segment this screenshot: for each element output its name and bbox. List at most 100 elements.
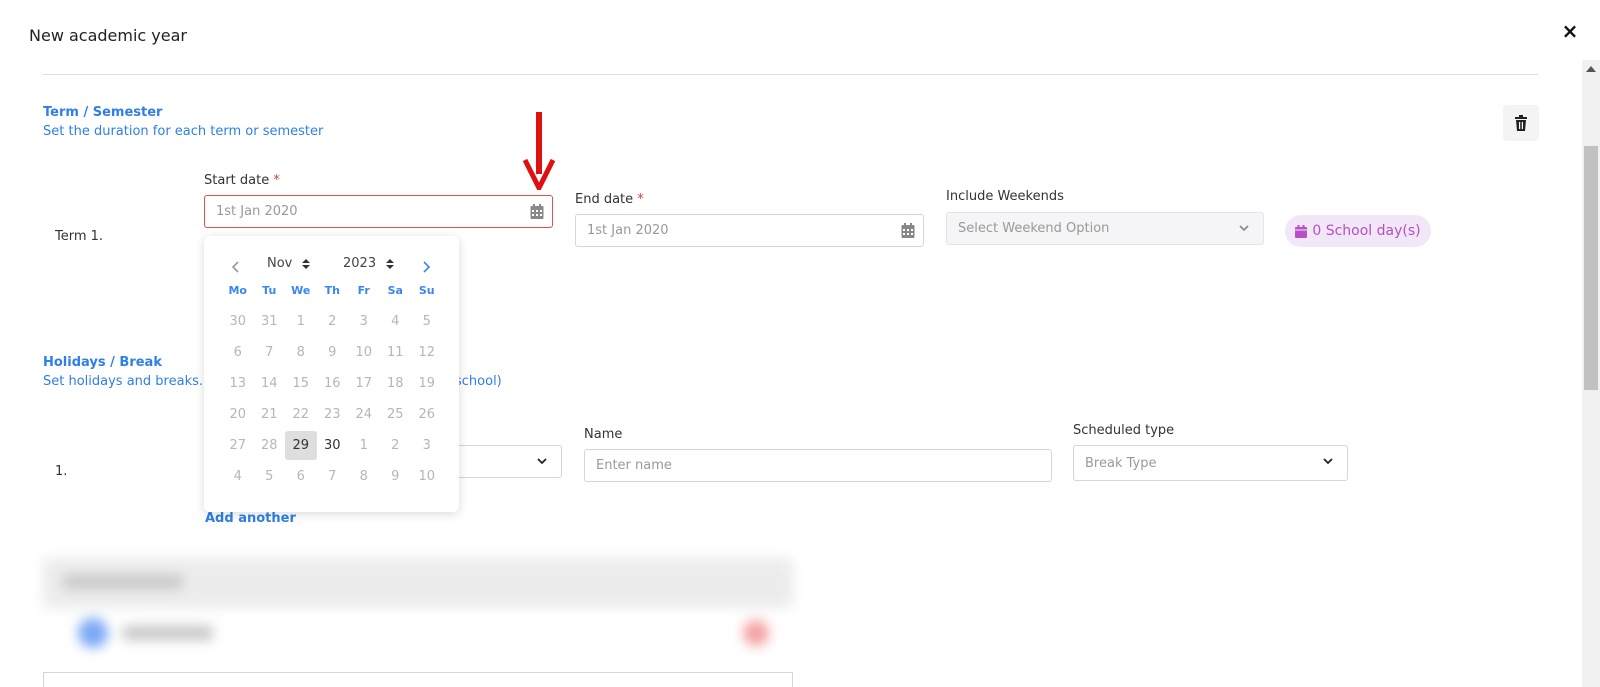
- day-cell[interactable]: 6: [222, 338, 254, 367]
- school-days-badge: 0 School day(s): [1285, 215, 1431, 247]
- day-cell[interactable]: 9: [317, 338, 349, 367]
- day-cell[interactable]: 2: [380, 431, 412, 460]
- weekday-label: Su: [418, 283, 435, 297]
- day-cell[interactable]: 3: [411, 431, 443, 460]
- weekday-label: Fr: [357, 283, 370, 297]
- required-mark: *: [637, 192, 644, 207]
- weekday-label: Mo: [228, 283, 247, 297]
- week-row: 13 14 15 16 17 18 19: [222, 368, 443, 399]
- day-cell[interactable]: 30: [317, 431, 349, 460]
- blurred-panel: [43, 558, 793, 687]
- day-cell[interactable]: 15: [285, 369, 317, 398]
- year-select[interactable]: 2023: [343, 256, 395, 271]
- start-date-value: 1st Jan 2020: [216, 204, 298, 219]
- day-cell[interactable]: 26: [411, 400, 443, 429]
- modal-title: New academic year: [29, 26, 187, 45]
- day-cell[interactable]: 23: [317, 400, 349, 429]
- week-row: 4 5 6 7 8 9 10: [222, 461, 443, 492]
- day-cell[interactable]: 7: [317, 462, 349, 491]
- day-cell[interactable]: 7: [254, 338, 286, 367]
- day-cell[interactable]: 25: [380, 400, 412, 429]
- day-cell[interactable]: 11: [380, 338, 412, 367]
- weekend-option-placeholder: Select Weekend Option: [958, 221, 1110, 236]
- scheduled-type-placeholder: Break Type: [1085, 455, 1157, 471]
- end-date-value: 1st Jan 2020: [587, 223, 669, 238]
- day-cell[interactable]: 22: [285, 400, 317, 429]
- day-cell[interactable]: 6: [285, 462, 317, 491]
- term-row-label: Term 1.: [55, 229, 104, 244]
- scheduled-type-select[interactable]: Break Type: [1073, 445, 1348, 481]
- week-row: 6 7 8 9 10 11 12: [222, 337, 443, 368]
- day-cell[interactable]: 12: [411, 338, 443, 367]
- day-cell[interactable]: 4: [222, 462, 254, 491]
- day-cell[interactable]: 30: [222, 307, 254, 336]
- top-divider: [43, 74, 1538, 75]
- day-cell[interactable]: 17: [348, 369, 380, 398]
- chevron-down-icon: [1323, 458, 1333, 465]
- month-select[interactable]: Nov: [267, 256, 311, 271]
- scrollbar-thumb[interactable]: [1584, 146, 1598, 390]
- day-cell[interactable]: 5: [254, 462, 286, 491]
- weekend-option-select[interactable]: Select Weekend Option: [946, 212, 1264, 245]
- scheduled-type-label: Scheduled type: [1073, 423, 1175, 438]
- holiday-name-placeholder: Enter name: [596, 458, 672, 473]
- chevron-down-icon: [537, 458, 547, 465]
- chevron-down-icon: [1239, 225, 1249, 232]
- week-row: 30 31 1 2 3 4 5: [222, 306, 443, 337]
- day-cell[interactable]: 18: [380, 369, 412, 398]
- day-cell[interactable]: 5: [411, 307, 443, 336]
- datepicker-grid: Mo Tu We Th Fr Sa Su 30 31 1 2 3 4 5 6 7 8 9 10 11 12 13 14 15…: [222, 282, 443, 492]
- day-cell[interactable]: 4: [380, 307, 412, 336]
- scroll-up-arrow[interactable]: [1586, 66, 1596, 72]
- delete-term-button[interactable]: [1503, 105, 1539, 141]
- day-cell[interactable]: 13: [222, 369, 254, 398]
- weekday-label: We: [291, 283, 311, 297]
- day-cell[interactable]: 31: [254, 307, 286, 336]
- holiday-row-label: 1.: [55, 464, 68, 479]
- day-cell[interactable]: 1: [285, 307, 317, 336]
- calendar-icon[interactable]: [530, 204, 544, 220]
- chevron-left-icon[interactable]: [229, 259, 243, 275]
- weekday-label: Th: [324, 283, 340, 297]
- end-date-label: End date *: [575, 192, 644, 207]
- weekday-label: Sa: [387, 283, 403, 297]
- day-cell[interactable]: 24: [348, 400, 380, 429]
- day-cell[interactable]: 2: [317, 307, 349, 336]
- datepicker-days: 30 31 1 2 3 4 5 6 7 8 9 10 11 12 13 14 15 16 17 18 19 20 21 22 2…: [222, 306, 443, 492]
- day-cell[interactable]: 28: [254, 431, 286, 460]
- sort-icon: [302, 258, 311, 269]
- holiday-name-input[interactable]: Enter name: [584, 449, 1052, 482]
- calendar-icon[interactable]: [901, 223, 915, 239]
- day-cell[interactable]: 8: [285, 338, 317, 367]
- include-weekends-label: Include Weekends: [946, 189, 1064, 204]
- day-cell[interactable]: 3: [348, 307, 380, 336]
- start-date-input[interactable]: 1st Jan 2020: [204, 195, 553, 228]
- add-another-link[interactable]: Add another: [205, 511, 296, 526]
- day-cell[interactable]: 10: [348, 338, 380, 367]
- holiday-section-title: Holidays / Break: [43, 355, 162, 370]
- term-section-title: Term / Semester: [43, 105, 163, 120]
- close-button[interactable]: ×: [1559, 20, 1581, 42]
- holiday-section-subtitle-start: Set holidays and breaks. (: [43, 374, 213, 389]
- week-row: 20 21 22 23 24 25 26: [222, 399, 443, 430]
- term-section-subtitle: Set the duration for each term or semest…: [43, 124, 324, 139]
- day-cell[interactable]: 16: [317, 369, 349, 398]
- sort-icon: [386, 258, 395, 269]
- datepicker: Nov 2023 Mo Tu We Th Fr Sa Su 30 31 1 2 3 4 5 6 7 8 9 10 1…: [204, 236, 459, 512]
- day-cell[interactable]: 21: [254, 400, 286, 429]
- holiday-name-label: Name: [584, 427, 623, 442]
- end-date-input[interactable]: 1st Jan 2020: [575, 214, 924, 247]
- chevron-right-icon[interactable]: [419, 259, 433, 275]
- day-cell[interactable]: 27: [222, 431, 254, 460]
- month-value: Nov: [267, 256, 293, 271]
- day-cell[interactable]: 19: [411, 369, 443, 398]
- calendar-icon: [1295, 224, 1308, 238]
- day-cell[interactable]: 20: [222, 400, 254, 429]
- day-cell[interactable]: 9: [380, 462, 412, 491]
- day-cell[interactable]: 10: [411, 462, 443, 491]
- day-cell[interactable]: 1: [348, 431, 380, 460]
- day-cell[interactable]: 29: [285, 431, 317, 460]
- day-cell[interactable]: 14: [254, 369, 286, 398]
- bottom-box: [43, 672, 793, 687]
- day-cell[interactable]: 8: [348, 462, 380, 491]
